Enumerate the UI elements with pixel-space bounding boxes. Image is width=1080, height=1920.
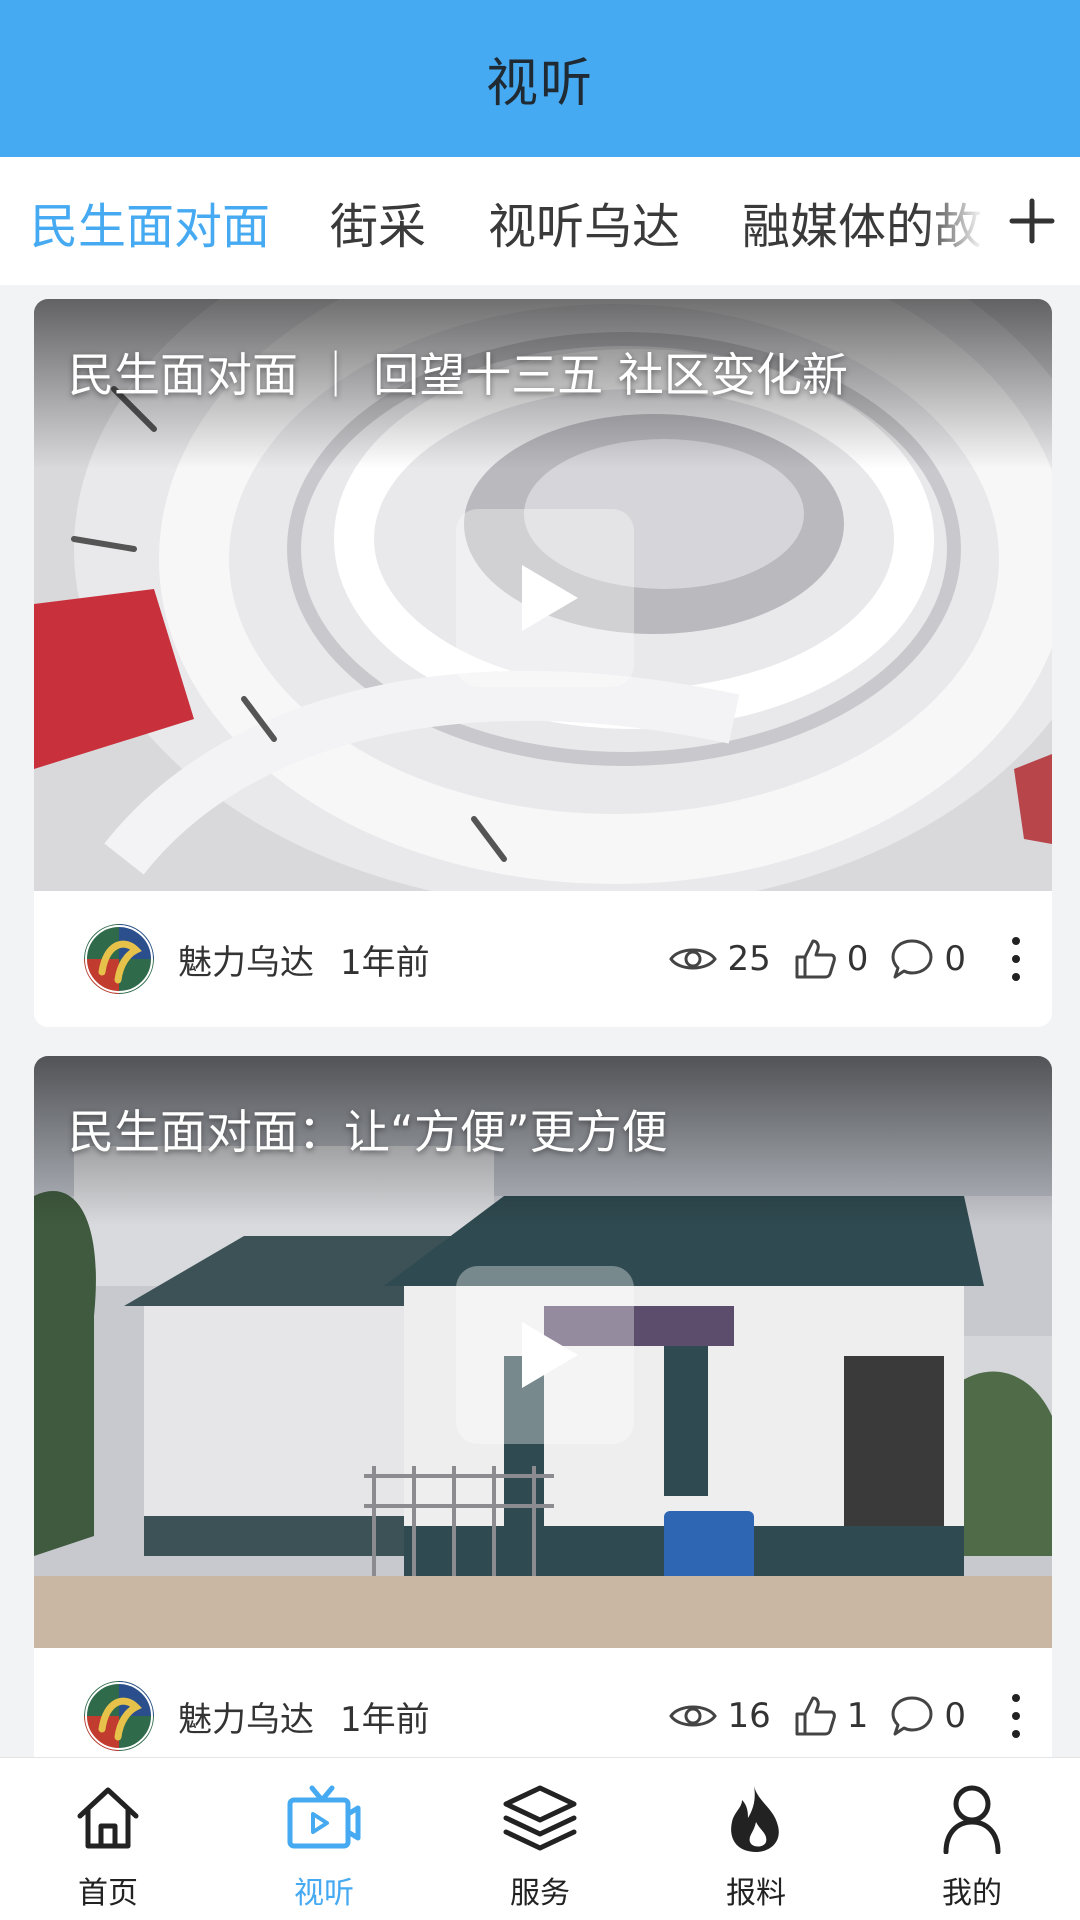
home-icon [68,1778,148,1858]
nav-report[interactable]: 报料 [648,1758,864,1920]
thumbs-up-icon [795,1696,836,1736]
nav-mine-label: 我的 [942,1876,1002,1911]
publish-time: 1年前 [340,942,430,983]
video-thumbnail[interactable]: 民生面对面 ｜ 回望十三五 社区变化新 [34,299,1052,891]
avatar[interactable] [84,1681,154,1751]
author-name[interactable]: 魅力乌达 [178,935,314,984]
comment-icon [891,939,933,979]
video-feed[interactable]: 民生面对面 ｜ 回望十三五 社区变化新 魅力乌达 1年前 25 0 0 民生面对… [0,285,1080,1757]
like-count-value: 0 [846,939,869,979]
play-button[interactable] [456,509,634,687]
comment-button[interactable]: 0 [890,1694,966,1738]
person-icon [932,1778,1012,1858]
nav-home[interactable]: 首页 [0,1758,216,1920]
view-count-value: 16 [727,1696,771,1736]
play-icon [522,1322,578,1388]
nav-video-label: 视听 [294,1876,354,1911]
thumbs-up-icon [795,939,836,979]
nav-report-label: 报料 [726,1876,786,1911]
play-button[interactable] [456,1266,634,1444]
flame-icon [716,1778,796,1858]
eye-icon [669,948,718,970]
more-options-button[interactable] [996,929,1036,989]
video-title: 民生面对面：让“方便”更方便 [68,1105,668,1159]
comment-count-value: 0 [944,939,966,979]
nav-home-label: 首页 [78,1876,138,1911]
tab-minsheng[interactable]: 民生面对面 [30,187,270,257]
tab-shiting-wuda[interactable]: 视听乌达 [488,187,680,257]
video-card[interactable]: 民生面对面：让“方便”更方便 魅力乌达 1年前 16 1 0 [34,1056,1052,1757]
card-meta: 魅力乌达 1年前 25 0 0 [34,891,1052,1027]
video-card[interactable]: 民生面对面 ｜ 回望十三五 社区变化新 魅力乌达 1年前 25 0 0 [34,299,1052,1027]
tv-icon [284,1778,364,1858]
avatar[interactable] [84,924,154,994]
eye-icon [669,1705,718,1727]
nav-service[interactable]: 服务 [432,1758,648,1920]
comment-count-value: 0 [944,1696,966,1736]
video-title: 民生面对面 ｜ 回望十三五 社区变化新 [68,348,848,402]
more-vertical-icon [1012,1694,1020,1738]
publish-time: 1年前 [340,1699,430,1740]
card-meta: 魅力乌达 1年前 16 1 0 [34,1648,1052,1757]
comment-button[interactable]: 0 [890,937,966,981]
bottom-nav: 首页 视听 服务 报料 我的 [0,1757,1080,1920]
page-title: 视听 [485,54,594,114]
add-tab-button[interactable] [984,157,1080,285]
card-stats: 25 0 0 [647,891,1036,1027]
card-stats: 16 1 0 [647,1648,1036,1757]
tab-jiecai[interactable]: 街采 [330,187,426,257]
like-count-value: 1 [846,1696,869,1736]
nav-mine[interactable]: 我的 [864,1758,1080,1920]
view-count: 25 [669,939,771,979]
nav-video[interactable]: 视听 [216,1758,432,1920]
category-tabs: 民生面对面 街采 视听乌达 融媒体的故 [0,157,1080,285]
like-button[interactable]: 0 [793,937,869,981]
more-vertical-icon [1012,937,1020,981]
like-button[interactable]: 1 [793,1694,869,1738]
view-count-value: 25 [727,939,771,979]
tabs-fade [924,157,984,285]
comment-icon [891,1696,933,1736]
layers-icon [500,1778,580,1858]
more-options-button[interactable] [996,1686,1036,1746]
author-name[interactable]: 魅力乌达 [178,1692,314,1741]
view-count: 16 [669,1696,771,1736]
nav-service-label: 服务 [510,1876,570,1911]
plus-icon [1009,198,1055,244]
video-thumbnail[interactable]: 民生面对面：让“方便”更方便 [34,1056,1052,1648]
app-header: 视听 [0,0,1080,157]
play-icon [522,565,578,631]
